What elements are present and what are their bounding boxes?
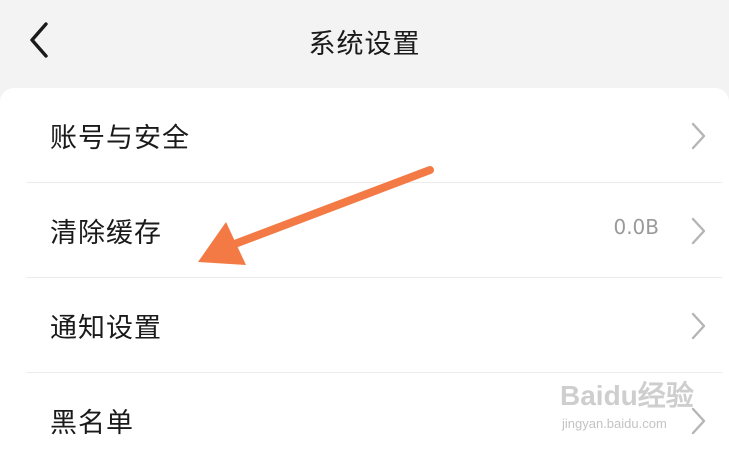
settings-item-clear-cache[interactable]: 清除缓存 0.0B [0,183,729,277]
header-bar: 系统设置 [0,0,729,88]
cache-size-value: 0.0B [613,215,659,239]
settings-list: 账号与安全 清除缓存 0.0B 通知设置 黑名单 [0,88,729,468]
page-title: 系统设置 [308,29,421,60]
chevron-right-icon [691,122,706,150]
settings-item-label: 账号与安全 [50,123,190,154]
settings-item-notifications[interactable]: 通知设置 [0,278,729,372]
chevron-right-icon [691,217,706,245]
settings-item-account-security[interactable]: 账号与安全 [0,88,729,182]
settings-item-label: 通知设置 [50,313,162,344]
settings-item-blacklist[interactable]: 黑名单 [0,373,729,467]
settings-item-label: 黑名单 [50,408,134,439]
chevron-right-icon [691,312,706,340]
settings-item-label: 清除缓存 [50,218,162,249]
chevron-right-icon [691,407,706,435]
